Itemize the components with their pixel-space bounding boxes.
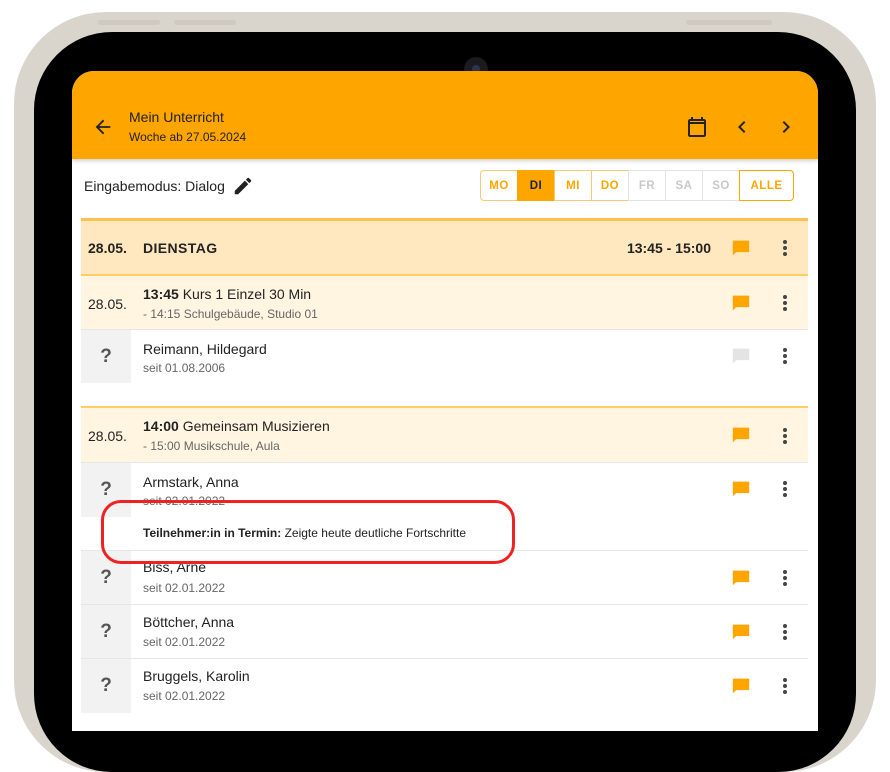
comment-icon[interactable] (731, 677, 751, 695)
day-di[interactable]: DI (517, 170, 555, 201)
comment-icon[interactable] (731, 426, 751, 444)
more-vert-icon[interactable] (779, 346, 791, 366)
course-row[interactable]: 28.05. 14:00 Gemeinsam Musizieren - 15:0… (81, 406, 808, 462)
participant-row[interactable]: ? Bruggels, Karolin seit 02.01.2022 (81, 658, 808, 713)
participant-name: Reimann, Hildegard (143, 341, 267, 357)
participant-since: seit 02.01.2022 (143, 581, 226, 595)
participant-name: Armstark, Anna (143, 474, 239, 490)
more-vert-icon[interactable] (779, 238, 791, 258)
day-mi[interactable]: MI (554, 170, 592, 201)
course-title: 14:00 Gemeinsam Musizieren (143, 418, 330, 434)
avatar-placeholder: ? (81, 330, 131, 383)
back-arrow-icon[interactable] (90, 116, 116, 138)
day-mo[interactable]: MO (480, 170, 518, 201)
course-row[interactable]: 28.05. 13:45 Kurs 1 Einzel 30 Min - 14:1… (81, 274, 808, 329)
day-fr: FR (628, 170, 666, 201)
course-name: Kurs 1 Einzel 30 Min (182, 286, 312, 302)
comment-icon[interactable] (731, 347, 751, 365)
participant-since: seit 02.01.2022 (143, 689, 226, 703)
power-button (686, 20, 772, 25)
volume-button (174, 20, 236, 25)
participant-row[interactable]: ? Böttcher, Anna seit 02.01.2022 (81, 604, 808, 659)
course-time: 13:45 (143, 286, 179, 302)
pencil-icon[interactable] (232, 175, 254, 197)
page-subtitle: Woche ab 27.05.2024 (129, 130, 247, 144)
chevron-left-icon[interactable] (730, 115, 754, 139)
app-bar: Mein Unterricht Woche ab 27.05.2024 (72, 71, 818, 159)
day-date: 28.05. (88, 240, 127, 256)
course-title: 13:45 Kurs 1 Einzel 30 Min (143, 286, 311, 302)
volume-button (98, 20, 160, 25)
more-vert-icon[interactable] (779, 568, 791, 588)
participant-name: Böttcher, Anna (143, 614, 235, 630)
app-screen: Mein Unterricht Woche ab 27.05.2024 Eing… (72, 71, 818, 731)
comment-icon[interactable] (731, 480, 751, 498)
course-date: 28.05. (88, 428, 127, 444)
participant-since: seit 02.01.2022 (143, 635, 226, 649)
course-detail: - 15:00 Musikschule, Aula (143, 439, 280, 453)
chevron-right-icon[interactable] (774, 115, 798, 139)
course-detail: - 14:15 Schulgebäude, Studio 01 (143, 307, 318, 321)
day-header-row[interactable]: 28.05. DIENSTAG 13:45 - 15:00 (81, 218, 808, 274)
comment-icon[interactable] (731, 623, 751, 641)
comment-icon[interactable] (731, 294, 751, 312)
page-title: Mein Unterricht (129, 109, 224, 125)
day-do[interactable]: DO (591, 170, 629, 201)
calendar-icon[interactable] (685, 115, 709, 139)
day-name: DIENSTAG (143, 240, 218, 256)
input-mode-label: Eingabemodus: Dialog (84, 178, 225, 194)
course-time: 14:00 (143, 418, 179, 434)
more-vert-icon[interactable] (779, 479, 791, 499)
course-date: 28.05. (88, 296, 127, 312)
more-vert-icon[interactable] (779, 622, 791, 642)
participant-row[interactable]: ? Reimann, Hildegard seit 01.08.2006 (81, 329, 808, 383)
participant-since: seit 01.08.2006 (143, 361, 226, 375)
day-sa: SA (665, 170, 703, 201)
day-time: 13:45 - 15:00 (626, 240, 711, 256)
day-so: SO (702, 170, 740, 201)
more-vert-icon[interactable] (779, 293, 791, 313)
course-name: Gemeinsam Musizieren (182, 418, 330, 434)
avatar-placeholder: ? (81, 605, 131, 659)
highlight-annotation (101, 500, 515, 564)
participant-name: Bruggels, Karolin (143, 668, 250, 684)
more-vert-icon[interactable] (779, 426, 791, 446)
avatar-placeholder: ? (81, 659, 131, 713)
comment-icon[interactable] (731, 569, 751, 587)
more-vert-icon[interactable] (779, 676, 791, 696)
weekday-selector: MO DI MI DO FR SA SO ALLE (480, 170, 794, 201)
comment-icon[interactable] (731, 239, 751, 257)
day-all-button[interactable]: ALLE (739, 170, 794, 201)
